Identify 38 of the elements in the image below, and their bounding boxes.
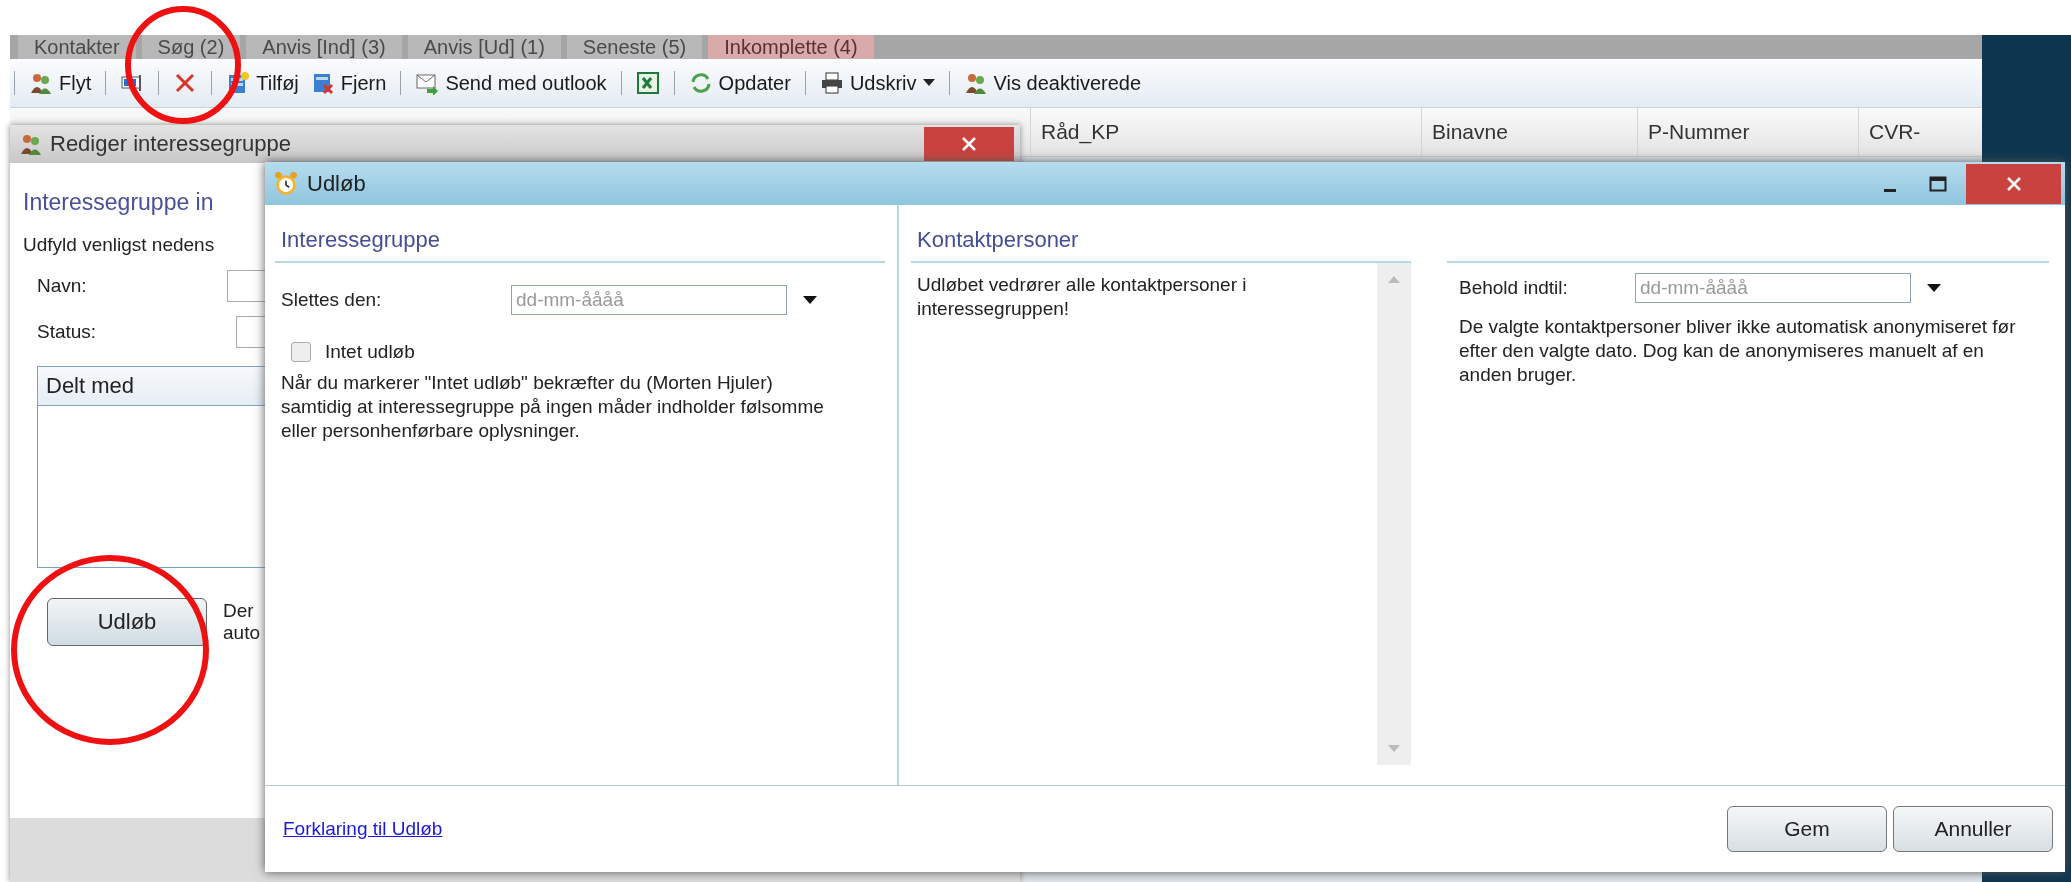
toolbar-button[interactable]: Opdater [686, 69, 793, 97]
column-header[interactable]: Binavne [1421, 108, 1637, 156]
checkbox-label: Intet udløb [325, 341, 415, 363]
date-field[interactable]: dd-mm-åååå [511, 285, 787, 315]
toolbar-button[interactable]: Udskriv [817, 69, 937, 97]
column-header[interactable]: P-Nummer [1637, 108, 1858, 156]
tab[interactable]: Søg (2) [141, 35, 241, 59]
list-message: Udløbet vedrører alle kontaktpersoner i interessegruppen! [916, 273, 1248, 321]
expiry-button[interactable]: Udløb [47, 598, 207, 646]
column-header[interactable]: CVR- [1858, 108, 1949, 156]
date-field[interactable]: dd-mm-åååå [1635, 273, 1911, 303]
note-text: Der [223, 600, 255, 622]
toolbar-button[interactable]: Tilføj [224, 69, 301, 97]
info-text: De valgte kontaktpersoner bliver ikke automatisk anonymiseret før efter den valgte dato. Dog kan de anonymiseres manuelt af en anden bruger. [1459, 315, 2017, 387]
tab[interactable]: Seneste (5) [566, 35, 703, 59]
toolbar-button[interactable]: Send med outlook [413, 69, 609, 97]
field-label: Status: [37, 321, 97, 343]
tab[interactable]: Anvis [Ud] (1) [407, 35, 561, 59]
field-label: Slettes den: [281, 289, 383, 311]
section-heading: Interessegruppe [275, 205, 885, 263]
help-link[interactable]: Forklaring til Udløb [283, 818, 443, 840]
section-heading: Interessegruppe in [23, 189, 214, 216]
toolbar-button[interactable]: Fjern [308, 69, 389, 97]
toolbar-button[interactable]: Flyt [27, 69, 94, 97]
field-label: Navn: [37, 275, 87, 297]
tab[interactable]: Inkomplette (4) [708, 35, 874, 59]
note-text: auto [223, 622, 260, 644]
dialog-button[interactable]: Gem [1727, 806, 1887, 852]
toolbar-button[interactable]: Vis deaktiverede [961, 69, 1144, 97]
window-title: Udløb [307, 170, 366, 197]
tab[interactable]: Kontakter [18, 35, 136, 59]
window-title: Rediger interessegruppe [50, 131, 291, 157]
section-heading: Kontaktpersoner [916, 226, 1080, 254]
dialog-button[interactable]: Annuller [1893, 806, 2053, 852]
tab[interactable]: Anvis [Ind] (3) [246, 35, 402, 59]
field-label: Behold indtil: [1459, 277, 1569, 299]
instruction-text: Udfyld venligst nedens [23, 234, 215, 256]
column-header[interactable]: Råd_KP [1030, 108, 1421, 156]
